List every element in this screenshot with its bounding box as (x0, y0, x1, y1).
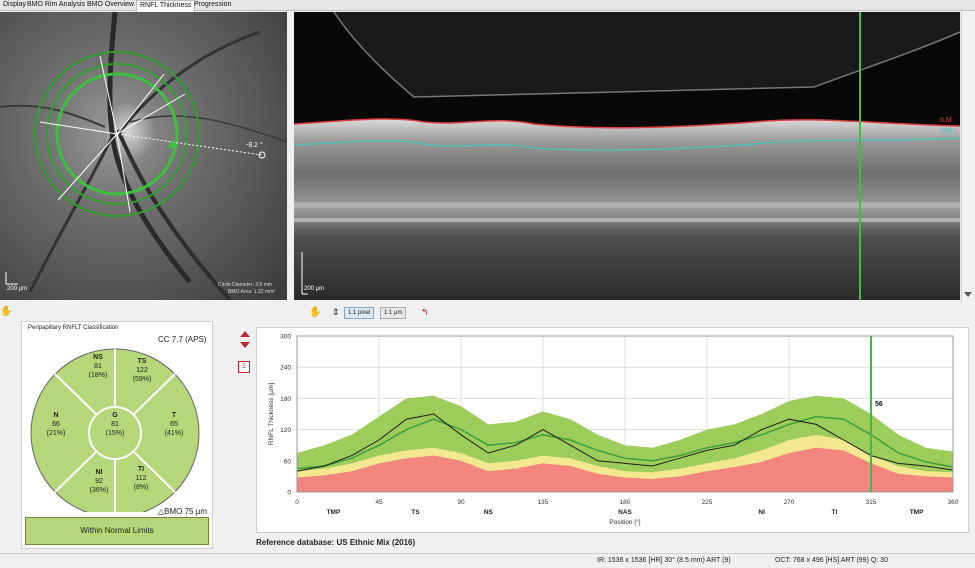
tab-bmo-rim-analysis[interactable]: BMO Rim Analysis (24, 0, 88, 11)
y-tick-label: 240 (280, 365, 291, 372)
scroll-down-icon[interactable] (964, 292, 972, 297)
x-axis-label: Position [°] (609, 518, 640, 526)
vertical-scrollbar[interactable] (961, 12, 973, 302)
status-bar: IR: 1536 x 1536 [HR] 30° (8.5 mm) ART (9… (0, 553, 975, 568)
reference-database: Reference database: US Ethnic Mix (2016) (256, 538, 416, 547)
x-tick-label: 315 (866, 499, 877, 506)
fundus-image[interactable]: -8.2 ° 200 µm Circle Diameter: 3.5 mm BM… (0, 12, 287, 300)
arrow-down-icon[interactable] (240, 342, 250, 348)
sector-axis-label: TMP (910, 509, 924, 516)
ir-info: IR: 1536 x 1536 [HR] 30° (8.5 mm) ART (9… (597, 557, 731, 564)
angle-readout: -8.2 ° (246, 142, 263, 149)
sector-g: G 81 (15%) (105, 412, 125, 437)
ilm-label: ILM (940, 117, 952, 124)
rnfl-label: RNFL (940, 128, 959, 135)
x-tick-label: 360 (948, 499, 959, 506)
sector-axis-label: NAS (618, 509, 632, 516)
fit-height-icon[interactable]: ⇕ (332, 307, 340, 319)
one-to-one-pixel-button[interactable]: 1:1 pixel (344, 307, 375, 319)
cursor-value-label: 56 (875, 401, 883, 408)
x-tick-label: 180 (620, 499, 631, 506)
y-tick-label: 120 (280, 427, 291, 434)
pan-hand-icon[interactable]: ✋ (309, 307, 321, 319)
sector-t: T 65 (41%) (164, 412, 184, 437)
sector-ni: NI 92 (36%) (89, 469, 109, 494)
x-tick-label: 135 (538, 499, 549, 506)
rnfl-thickness-chart: 0 60 120 180 240 300 0 45 90 135 180 225 270 315 360 56… (256, 327, 969, 533)
circle-diameter-label: Circle Diameter: 3.5 mm (218, 282, 272, 288)
sector-n: N 66 (21%) (46, 412, 66, 437)
tab-bar: Display BMO Rim Analysis BMO Overview RN… (0, 0, 975, 12)
x-tick-label: 270 (784, 499, 795, 506)
bmo-area-label: BMO Area: 1.22 mm² (228, 289, 275, 295)
hand-icon-left[interactable]: ✋ (0, 306, 12, 318)
oct-bscan-image[interactable]: ILM RNFL 200 µm (294, 12, 960, 300)
reset-view-icon[interactable]: ↰ (421, 307, 429, 319)
x-tick-label: 45 (375, 499, 383, 506)
tab-rnfl-thickness[interactable]: RNFL Thickness (136, 0, 196, 12)
chart-svg: 0 60 120 180 240 300 0 45 90 135 180 225 270 315 360 56… (268, 334, 959, 527)
sector-ns: NS 81 (18%) (88, 354, 108, 379)
oct-info: OCT: 768 x 496 [HS] ART (99) Q: 30 (775, 557, 888, 564)
sector-axis-label: NI (758, 509, 765, 516)
x-tick-label: 225 (702, 499, 713, 506)
sector-axis-label: NS (484, 509, 494, 516)
x-tick-label: 0 (295, 499, 299, 506)
y-tick-label: 180 (280, 396, 291, 403)
arrow-up-icon[interactable] (240, 331, 250, 337)
y-tick-label: 300 (280, 334, 291, 341)
sector-axis-label: TS (411, 509, 420, 516)
x-tick-label: 90 (457, 499, 465, 506)
y-tick-label: 60 (284, 458, 292, 465)
index-badge[interactable]: 1 (238, 361, 250, 373)
sector-ti: TI 112 (8%) (133, 466, 149, 491)
tab-progression[interactable]: Progression (191, 0, 234, 11)
oct-scale-label: 200 µm (304, 286, 325, 292)
sector-axis-label: TMP (327, 509, 341, 516)
one-to-one-um-button[interactable]: 1:1 µm (380, 307, 407, 319)
rnflt-classification-panel: Peripapillary RNFLT Classification CC 7.… (21, 321, 213, 549)
classification-result: Within Normal Limits (25, 517, 209, 545)
app-window: Display BMO Rim Analysis BMO Overview RN… (0, 0, 975, 568)
tab-bmo-overview[interactable]: BMO Overview (84, 0, 137, 11)
y-tick-label: 0 (287, 490, 291, 497)
y-axis-label: RNFL Thickness [µm] (268, 383, 275, 445)
sector-ts: TS 122 (59%) (132, 358, 152, 383)
sector-axis-label: TI (832, 509, 838, 516)
fundus-scale-label: 200 µm (7, 286, 28, 292)
bmo-label: △BMO 75 µm (158, 507, 207, 516)
